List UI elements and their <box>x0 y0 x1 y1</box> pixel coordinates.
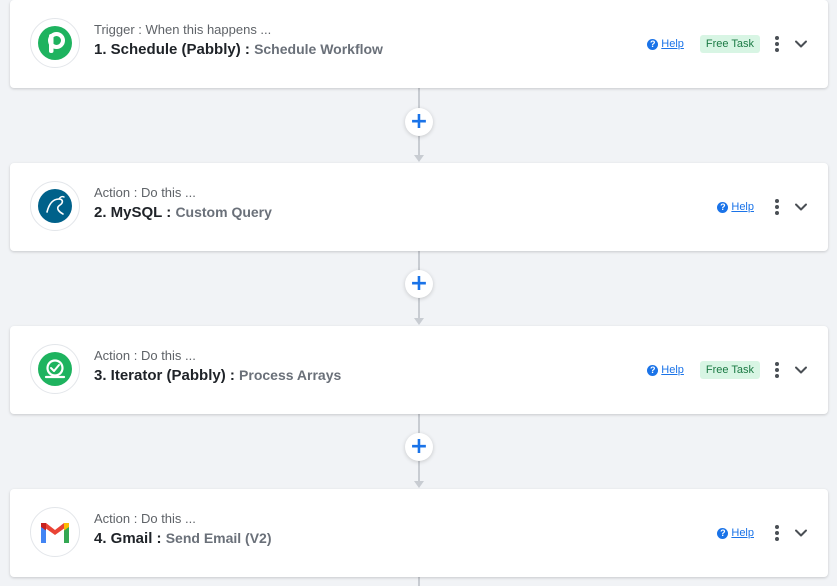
help-label: Help <box>661 38 684 50</box>
mysql-dolphin-icon <box>30 181 80 231</box>
step-event-name: Custom Query <box>175 204 272 220</box>
more-options-icon[interactable] <box>770 524 784 542</box>
connector-arrow <box>414 481 424 488</box>
chevron-down-icon[interactable] <box>794 200 808 214</box>
more-options-icon[interactable] <box>770 361 784 379</box>
step-type-label: Trigger : When this happens ... <box>94 22 272 37</box>
step-text: Action : Do this ... 3. Iterator (Pabbly… <box>94 348 341 386</box>
plus-icon: + <box>409 271 429 296</box>
step-controls: ? Help Free Task <box>647 0 808 88</box>
step-controls: ? Help <box>717 163 808 251</box>
step-separator: : <box>162 204 176 221</box>
add-step-button[interactable]: + <box>405 108 433 136</box>
step-card-iterator[interactable]: Action : Do this ... 3. Iterator (Pabbly… <box>10 326 828 414</box>
help-link[interactable]: ? Help <box>717 527 754 539</box>
step-text: Action : Do this ... 2. MySQL : Custom Q… <box>94 185 272 223</box>
step-title: 4. Gmail : Send Email (V2) <box>94 528 272 549</box>
free-task-badge: Free Task <box>699 361 760 379</box>
help-icon: ? <box>647 364 659 376</box>
chevron-down-icon[interactable] <box>794 37 808 51</box>
help-icon: ? <box>717 201 729 213</box>
step-controls: ? Help <box>717 489 808 577</box>
help-link[interactable]: ? Help <box>647 364 684 376</box>
step-card-schedule[interactable]: Trigger : When this happens ... 1. Sched… <box>10 0 828 88</box>
help-link[interactable]: ? Help <box>647 38 684 50</box>
connector-arrow <box>414 155 424 162</box>
help-label: Help <box>661 364 684 376</box>
help-label: Help <box>731 201 754 213</box>
step-title: 2. MySQL : Custom Query <box>94 202 272 223</box>
step-type-label: Action : Do this ... <box>94 511 196 526</box>
chevron-down-icon[interactable] <box>794 363 808 377</box>
step-text: Action : Do this ... 4. Gmail : Send Ema… <box>94 511 272 549</box>
help-link[interactable]: ? Help <box>717 201 754 213</box>
step-app-name: 2. MySQL <box>94 204 163 221</box>
free-task-badge: Free Task <box>699 35 760 53</box>
pabbly-p-icon <box>30 18 80 68</box>
help-icon: ? <box>717 527 729 539</box>
step-event-name: Schedule Workflow <box>254 41 383 57</box>
more-options-icon[interactable] <box>770 35 784 53</box>
connector-arrow <box>414 318 424 325</box>
chevron-down-icon[interactable] <box>794 526 808 540</box>
step-title: 3. Iterator (Pabbly) : Process Arrays <box>94 365 341 386</box>
step-separator: : <box>225 367 240 384</box>
step-title: 1. Schedule (Pabbly) : Schedule Workflow <box>94 39 383 60</box>
step-app-name: 3. Iterator (Pabbly) <box>94 367 226 384</box>
add-step-button[interactable]: + <box>405 433 433 461</box>
plus-icon: + <box>409 109 429 134</box>
help-icon: ? <box>647 38 659 50</box>
iterator-icon <box>30 344 80 394</box>
step-text: Trigger : When this happens ... 1. Sched… <box>94 22 383 60</box>
workflow-canvas: + + + Trigger : When this happens ... 1.… <box>0 0 837 586</box>
step-card-gmail[interactable]: Action : Do this ... 4. Gmail : Send Ema… <box>10 489 828 577</box>
help-label: Help <box>731 527 754 539</box>
step-event-name: Process Arrays <box>239 367 342 383</box>
step-type-label: Action : Do this ... <box>94 185 196 200</box>
step-app-name: 4. Gmail <box>94 530 153 547</box>
step-separator: : <box>152 530 166 547</box>
step-separator: : <box>240 41 255 58</box>
gmail-icon <box>30 507 80 557</box>
step-app-name: 1. Schedule (Pabbly) <box>94 41 241 58</box>
plus-icon: + <box>409 434 429 459</box>
more-options-icon[interactable] <box>770 198 784 216</box>
step-type-label: Action : Do this ... <box>94 348 196 363</box>
step-card-mysql[interactable]: Action : Do this ... 2. MySQL : Custom Q… <box>10 163 828 251</box>
step-controls: ? Help Free Task <box>647 326 808 414</box>
connector-line <box>418 577 420 586</box>
add-step-button[interactable]: + <box>405 270 433 298</box>
step-event-name: Send Email (V2) <box>165 530 272 546</box>
